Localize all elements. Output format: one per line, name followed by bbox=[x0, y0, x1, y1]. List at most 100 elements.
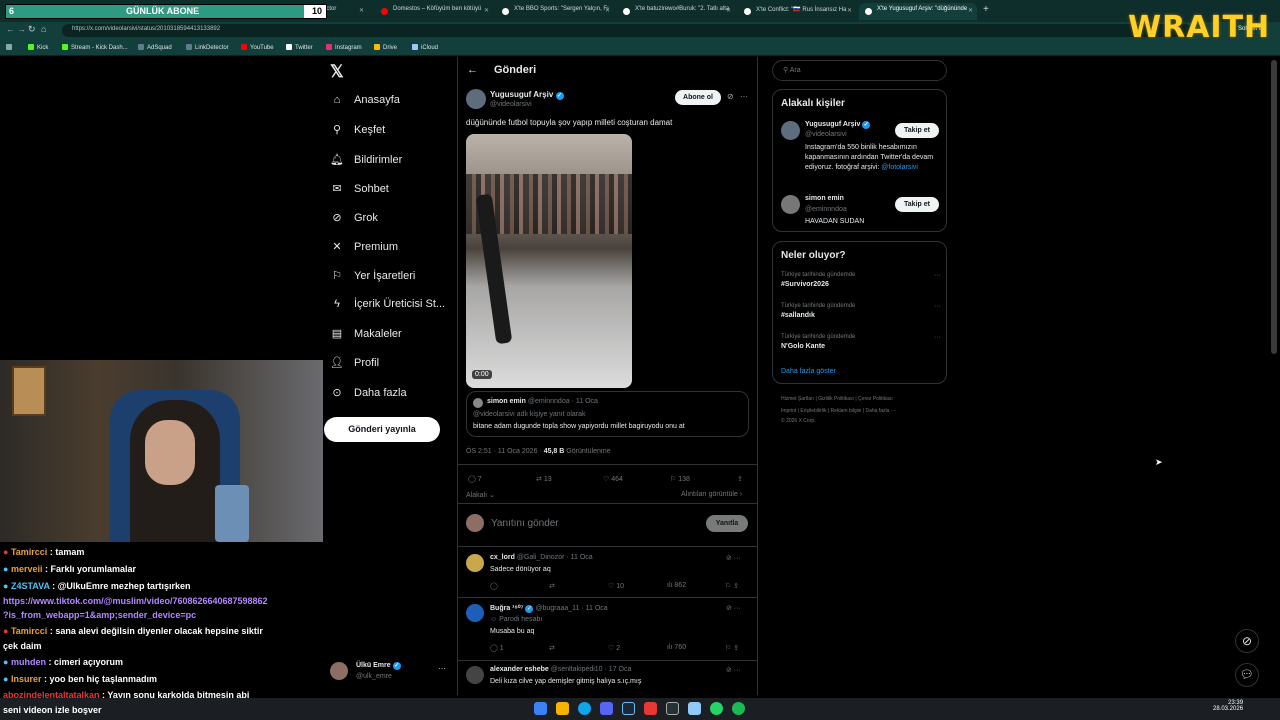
chat-link[interactable]: ?is_from_webapp=1&amp;sender_device=pc bbox=[3, 610, 196, 620]
close-icon[interactable]: ✕ bbox=[847, 7, 852, 14]
spotify-icon[interactable] bbox=[732, 702, 745, 715]
trend-item[interactable]: Türkiye tarihinde gündemde #sallandık ··… bbox=[781, 303, 941, 319]
app-icon[interactable] bbox=[688, 702, 701, 715]
reply-button[interactable]: Yanıtla bbox=[706, 515, 748, 532]
post-button[interactable]: Gönderi yayınla bbox=[324, 417, 440, 442]
author-avatar[interactable] bbox=[466, 89, 486, 109]
bookmarks-icon[interactable] bbox=[6, 44, 15, 51]
relevance-dropdown[interactable]: Alakalı ⌄ bbox=[466, 491, 495, 499]
reply-action[interactable]: ◯ 7 bbox=[468, 475, 482, 483]
reply-action[interactable]: ◯ 1 bbox=[490, 644, 504, 652]
bookmark-kick[interactable]: Kick bbox=[28, 44, 48, 51]
back-icon[interactable]: ← bbox=[6, 24, 15, 34]
more-dots-icon[interactable]: ··· bbox=[934, 272, 941, 279]
app-icon[interactable] bbox=[666, 702, 679, 715]
footer-links[interactable]: Imprint | Erişilebilirlik | Reklam bilgi… bbox=[781, 408, 896, 414]
bookmark-twitter[interactable]: Twitter bbox=[286, 44, 313, 51]
nav-home[interactable]: ⌂ Anasayfa bbox=[330, 94, 400, 116]
quoted-post[interactable]: simon emin @eminnndoa · 11 Oca @videolar… bbox=[466, 391, 749, 437]
close-icon[interactable]: ✕ bbox=[484, 7, 489, 14]
show-more-link[interactable]: Daha fazla göster bbox=[781, 368, 836, 375]
close-icon[interactable]: ✕ bbox=[359, 7, 364, 14]
bookmark-stream[interactable]: Stream - Kick Dash... bbox=[62, 44, 128, 51]
author-handle[interactable]: @videolarsivi bbox=[490, 101, 532, 108]
trend-item[interactable]: Türkiye tarihinde gündemde N'Golo Kante … bbox=[781, 334, 941, 350]
bookmark-action[interactable]: ⚐ 138 bbox=[670, 475, 690, 483]
like-action[interactable]: ♡ 2 bbox=[608, 644, 620, 652]
nav-notifications[interactable]: 🔔︎ Bildirimler bbox=[330, 153, 402, 175]
bio-link[interactable]: @fotolarsivi bbox=[881, 164, 918, 171]
bookmark-icloud[interactable]: iCloud bbox=[412, 44, 438, 51]
reload-icon[interactable]: ↻ bbox=[28, 24, 36, 35]
author-name-row[interactable]: Yugusuguf Arşiv ✓ bbox=[490, 90, 564, 100]
tab-2[interactable]: Domestos – Köfüyüm ben kötüyü ✕ bbox=[375, 3, 493, 20]
nav-grok[interactable]: ⊘ Grok bbox=[330, 211, 377, 233]
avatar[interactable] bbox=[781, 195, 800, 214]
account-switcher[interactable]: Ülkü Emre ✓ @ulk_emre ··· bbox=[330, 660, 450, 684]
nav-premium[interactable]: ✕ Premium bbox=[330, 240, 398, 262]
back-arrow-icon[interactable]: ← bbox=[467, 64, 478, 76]
edge-icon[interactable] bbox=[578, 702, 591, 715]
home-browser-icon[interactable]: ⌂ bbox=[41, 24, 46, 34]
file-explorer-icon[interactable] bbox=[556, 702, 569, 715]
tab-4[interactable]: X'te batuzirewo#Buruk: "2. Tatlı alta ✕ bbox=[617, 3, 735, 20]
whatsapp-icon[interactable] bbox=[710, 702, 723, 715]
bookmark-drive[interactable]: Drive bbox=[374, 44, 397, 51]
tab-5[interactable]: X'te Conflict: "🇷🇺 Rus İnsansız Ha ✕ bbox=[738, 3, 856, 20]
views-action[interactable]: ılı 862 bbox=[667, 582, 686, 589]
views-action[interactable]: ılı 760 bbox=[667, 644, 686, 651]
nav-more[interactable]: ⊙ Daha fazla bbox=[330, 386, 406, 408]
grok-icon[interactable]: ⊘ ··· bbox=[726, 604, 741, 612]
chat-link[interactable]: https://www.tiktok.com/@muslim/video/760… bbox=[3, 596, 268, 606]
bookmark-youtube[interactable]: YouTube bbox=[241, 44, 274, 51]
new-tab-icon[interactable]: + bbox=[983, 4, 989, 15]
person-name[interactable]: simon emin bbox=[805, 195, 844, 202]
post-video[interactable]: 0:00 bbox=[466, 134, 632, 388]
more-dots-icon[interactable]: ··· bbox=[934, 303, 941, 310]
bookmark-adsquad[interactable]: AdSquad bbox=[138, 44, 172, 51]
grok-float-button[interactable]: ⊘ bbox=[1235, 629, 1259, 653]
tab-3[interactable]: X'te BBO Sports: "Sergen Yalçın, Fı ✕ bbox=[496, 3, 614, 20]
nav-bookmarks[interactable]: ⚐ Yer İşaretleri bbox=[330, 269, 415, 291]
bookmark-linkdetector[interactable]: LinkDetector bbox=[186, 44, 229, 51]
reply-item[interactable]: cx_lord @Gali_Dinozor · 11 Oca Sadece dö… bbox=[466, 552, 750, 596]
nav-creator-studio[interactable]: ϟ İçerik Üreticisi St... bbox=[330, 298, 445, 320]
reply-item[interactable]: Buğra ¹⁹⁰⁷ ✓ @bugraaa_11 · 11 Oca ☺ Paro… bbox=[466, 602, 750, 658]
forward-icon[interactable]: → bbox=[17, 24, 26, 34]
scrollbar[interactable] bbox=[1271, 60, 1277, 354]
close-icon[interactable]: ✕ bbox=[726, 7, 731, 14]
nav-explore[interactable]: ⚲ Keşfet bbox=[330, 123, 385, 145]
subscribe-button[interactable]: Abone ol bbox=[675, 90, 721, 105]
trend-item[interactable]: Türkiye tarihinde gündemde #Survivor2026… bbox=[781, 272, 941, 288]
grok-icon[interactable]: ⊘ bbox=[727, 92, 734, 101]
bookmark-icon[interactable]: ⚐ ⇪ bbox=[725, 582, 739, 590]
messages-float-button[interactable]: 💬︎ bbox=[1235, 663, 1259, 687]
quotes-link[interactable]: Alıntıları görüntüle › bbox=[681, 491, 742, 498]
grok-icon[interactable]: ⊘ ··· bbox=[726, 554, 741, 562]
like-action[interactable]: ♡ 10 bbox=[608, 582, 624, 590]
search-input[interactable]: ⚲ Ara bbox=[772, 60, 947, 81]
steam-icon[interactable] bbox=[622, 702, 635, 715]
x-logo-icon[interactable]: 𝕏 bbox=[330, 62, 344, 82]
repost-action[interactable]: ⇄ 13 bbox=[536, 475, 552, 483]
windows-start-icon[interactable] bbox=[534, 702, 547, 715]
bookmark-icon[interactable]: ⚐ ⇪ bbox=[725, 644, 739, 652]
person-name-row[interactable]: Yugusuguf Arşiv ✓ bbox=[805, 121, 871, 129]
repost-icon[interactable]: ⇄ bbox=[549, 582, 555, 590]
grok-icon[interactable]: ⊘ ··· bbox=[726, 666, 741, 674]
discord-icon[interactable] bbox=[600, 702, 613, 715]
avatar[interactable] bbox=[781, 121, 800, 140]
url-input[interactable]: https://x.com/videolarsivi/status/201031… bbox=[62, 24, 1192, 37]
like-action[interactable]: ♡ 464 bbox=[603, 475, 623, 483]
close-icon[interactable]: ✕ bbox=[605, 7, 610, 14]
follow-button[interactable]: Takip et bbox=[895, 197, 939, 212]
more-dots-icon[interactable]: ··· bbox=[740, 92, 748, 101]
reply-item[interactable]: alexander eshebe @senltakipedi10 · 17 Oc… bbox=[466, 664, 750, 694]
nav-messages[interactable]: ✉ Sohbet bbox=[330, 182, 388, 204]
more-dots-icon[interactable]: ··· bbox=[934, 334, 941, 341]
reply-input[interactable]: Yanıtını gönder bbox=[491, 518, 559, 529]
tab-6-active[interactable]: X'te Yugusuguf Arşiv: "düğününde ✕ bbox=[859, 3, 977, 20]
nav-articles[interactable]: ▤ Makaleler bbox=[330, 327, 402, 349]
bookmark-instagram[interactable]: Instagram bbox=[326, 44, 362, 51]
close-icon[interactable]: ✕ bbox=[968, 7, 973, 14]
